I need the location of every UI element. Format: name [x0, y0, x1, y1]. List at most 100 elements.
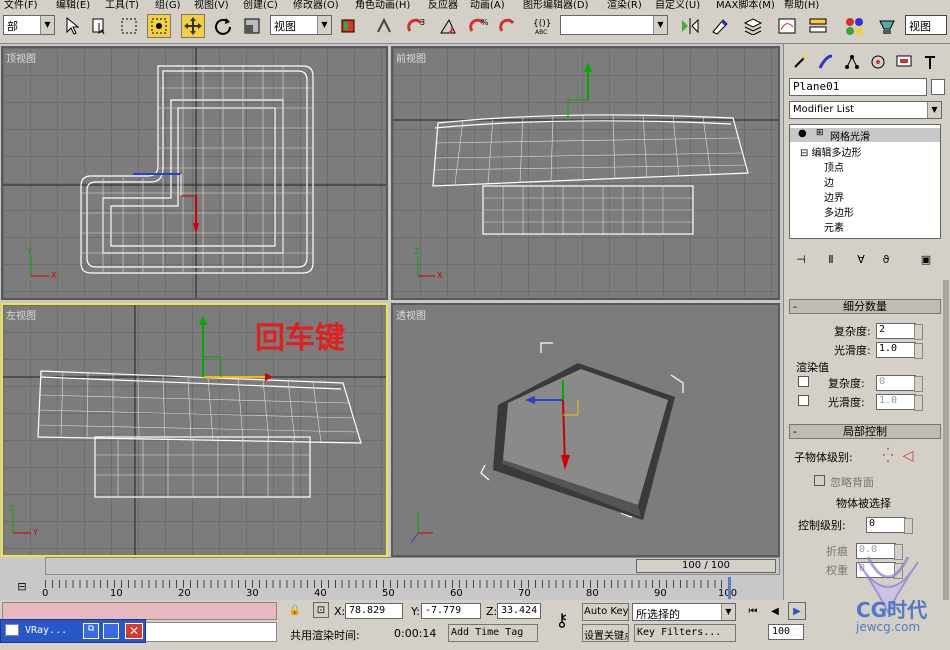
- curve-editor-icon[interactable]: [775, 14, 799, 38]
- time-slider[interactable]: 100 / 100: [45, 557, 780, 575]
- menu-modifiers[interactable]: 修改器(O): [293, 0, 339, 9]
- menu-character[interactable]: 角色动画(H): [355, 0, 410, 9]
- subdivision-amount-rollout[interactable]: - 细分数量: [789, 299, 941, 314]
- key-icon[interactable]: ⚷: [548, 606, 576, 634]
- mirror-icon[interactable]: [678, 14, 702, 38]
- maxscript-listener[interactable]: [2, 602, 277, 620]
- menu-maxscript[interactable]: MAX脚本(M): [716, 0, 775, 9]
- maximize-icon[interactable]: [103, 623, 119, 639]
- schematic-view-icon[interactable]: [806, 14, 830, 38]
- taskbar-window-vray[interactable]: VRay... ⧉ ✕: [0, 619, 146, 643]
- align-icon[interactable]: [708, 14, 732, 38]
- create-tab-icon[interactable]: [788, 50, 812, 74]
- menu-help[interactable]: 帮助(H): [784, 0, 819, 9]
- display-tab-icon[interactable]: [892, 50, 916, 74]
- goto-start-icon[interactable]: ⏮: [744, 602, 762, 620]
- object-color-swatch[interactable]: [931, 79, 945, 95]
- z-coord-field[interactable]: 33.424: [497, 603, 541, 619]
- edge-mode-icon[interactable]: ◁: [896, 444, 920, 468]
- render-iterations-checkbox[interactable]: [798, 376, 809, 387]
- current-frame-field[interactable]: 100: [768, 624, 804, 640]
- hierarchy-tab-icon[interactable]: [840, 50, 864, 74]
- sub-vertex[interactable]: 顶点: [824, 159, 844, 174]
- sub-edge[interactable]: 边: [824, 174, 834, 189]
- iterations-spinner[interactable]: 2: [876, 323, 923, 340]
- local-control-rollout[interactable]: - 局部控制: [789, 424, 941, 439]
- render-scene-icon[interactable]: [875, 14, 899, 38]
- menu-tools[interactable]: 工具(T): [105, 0, 139, 9]
- menu-views[interactable]: 视图(V): [194, 0, 229, 9]
- play-icon[interactable]: ▶: [788, 602, 806, 620]
- render-iterations-spinner[interactable]: 0: [876, 375, 923, 392]
- selection-filter-dropdown[interactable]: 部 ▼: [3, 15, 55, 35]
- material-editor-icon[interactable]: [843, 14, 867, 38]
- snap-3d-icon[interactable]: 3: [405, 14, 429, 38]
- modifier-list-dropdown[interactable]: Modifier List ▼: [789, 101, 942, 119]
- viewport-front[interactable]: 前视图 Z X: [391, 46, 780, 300]
- object-name-field[interactable]: Plane01: [789, 78, 927, 96]
- lightbulb-icon[interactable]: ●: [798, 128, 807, 139]
- render-smoothness-spinner[interactable]: 1.0: [876, 394, 923, 411]
- spinner-snap-icon[interactable]: [497, 14, 521, 38]
- pin-stack-icon[interactable]: ⊣: [789, 247, 813, 271]
- select-by-name-icon[interactable]: [88, 14, 112, 38]
- set-key-button[interactable]: 设置关键点: [582, 624, 629, 642]
- menu-reactor[interactable]: 反应器: [428, 0, 458, 9]
- restore-icon[interactable]: ⧉: [83, 623, 99, 639]
- percent-snap-icon[interactable]: %: [467, 14, 491, 38]
- key-mode-dropdown[interactable]: 所选择的 ▼: [632, 603, 736, 621]
- menu-customize[interactable]: 自定义(U): [655, 0, 700, 9]
- auto-key-button[interactable]: Auto Key: [582, 603, 629, 621]
- select-arrow-icon[interactable]: [60, 14, 84, 38]
- collapse-icon[interactable]: ⊟: [800, 148, 812, 159]
- menu-create[interactable]: 创建(C): [243, 0, 278, 9]
- menu-graph-editors[interactable]: 图形编辑器(D): [523, 0, 589, 9]
- stack-item-edit-poly[interactable]: ⊟ 编辑多边形: [800, 144, 862, 159]
- move-icon[interactable]: [181, 14, 205, 38]
- named-selection-dropdown[interactable]: ▼: [560, 15, 668, 35]
- viewport-left[interactable]: 左视图 回车键 Z Y: [1, 303, 388, 557]
- ignore-backface-checkbox[interactable]: [814, 475, 825, 486]
- sub-element[interactable]: 元素: [824, 219, 844, 234]
- menu-file[interactable]: 文件(F): [4, 0, 38, 9]
- menu-edit[interactable]: 编辑(E): [56, 0, 90, 9]
- time-slider-thumb[interactable]: 100 / 100: [636, 559, 776, 573]
- viewport-top[interactable]: 顶视图 Y X: [1, 46, 388, 300]
- utilities-tab-icon[interactable]: [918, 50, 942, 74]
- menu-group[interactable]: 组(G): [155, 0, 181, 9]
- add-time-tag-button[interactable]: Add Time Tag: [448, 624, 538, 642]
- expand-icon[interactable]: ⊞: [816, 128, 824, 138]
- y-coord-field[interactable]: -7.779: [421, 603, 481, 619]
- stack-item-meshsmooth[interactable]: ● ⊞ 网格光滑: [790, 128, 940, 143]
- track-bar[interactable]: ⊟ 0 10 20 30 40 50 60 70 80 90 100: [0, 575, 783, 600]
- remove-modifier-icon[interactable]: ϑ: [874, 247, 898, 271]
- viewport-perspective[interactable]: 透视图: [391, 303, 780, 557]
- edit-named-selection-icon[interactable]: {()} ABC: [530, 14, 554, 38]
- modify-tab-icon[interactable]: [814, 50, 838, 74]
- sub-border[interactable]: 边界: [824, 189, 844, 204]
- show-end-result-icon[interactable]: Ⅱ: [819, 247, 843, 271]
- menu-rendering[interactable]: 渲染(R): [607, 0, 642, 9]
- rotate-icon[interactable]: [211, 14, 235, 38]
- lock-selection-icon[interactable]: 🔒: [287, 602, 303, 618]
- sub-polygon[interactable]: 多边形: [824, 204, 854, 219]
- configure-sets-icon[interactable]: ▣: [914, 247, 938, 271]
- close-icon[interactable]: ✕: [125, 623, 143, 639]
- motion-tab-icon[interactable]: [866, 50, 890, 74]
- make-unique-icon[interactable]: ∀: [849, 247, 873, 271]
- prev-frame-icon[interactable]: ◀: [766, 602, 784, 620]
- select-manipulate-icon[interactable]: [372, 14, 396, 38]
- panel-scrollbar[interactable]: [943, 280, 949, 600]
- mini-curve-editor-icon[interactable]: ⊟: [8, 575, 36, 597]
- angle-snap-icon[interactable]: [437, 14, 461, 38]
- render-type-dropdown[interactable]: 视图: [905, 15, 947, 35]
- layers-icon[interactable]: [741, 14, 765, 38]
- key-filters-button[interactable]: Key Filters...: [634, 624, 736, 642]
- scale-icon[interactable]: [240, 14, 264, 38]
- x-coord-field[interactable]: 78.829: [345, 603, 403, 619]
- absolute-mode-icon[interactable]: ⊡: [313, 602, 329, 618]
- menu-animation[interactable]: 动画(A): [470, 0, 505, 9]
- pivot-center-icon[interactable]: [336, 14, 360, 38]
- smoothness-spinner[interactable]: 1.0: [876, 342, 923, 359]
- reference-coord-dropdown[interactable]: 视图 ▼: [270, 15, 332, 35]
